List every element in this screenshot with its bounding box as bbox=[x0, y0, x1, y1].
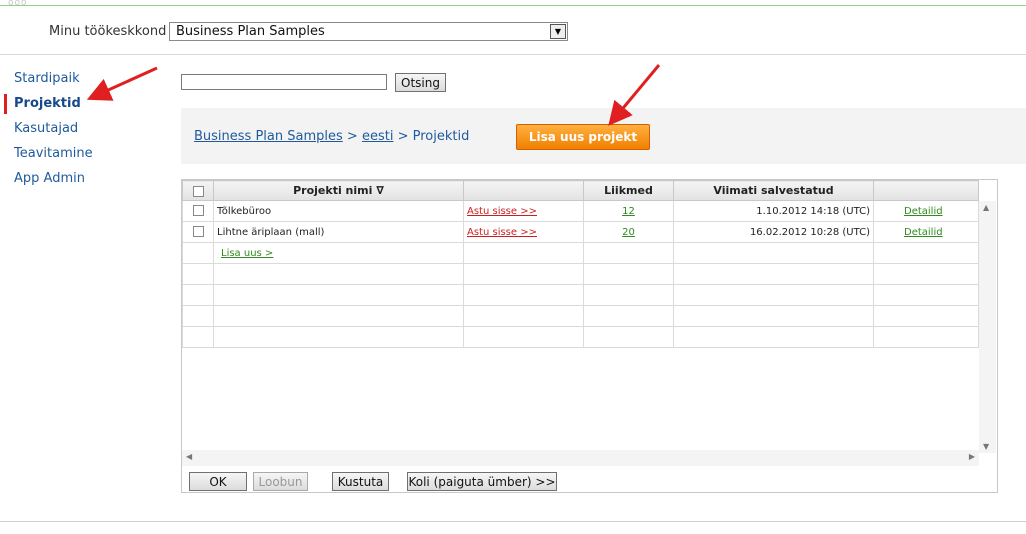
scroll-left-icon[interactable]: ◀ bbox=[186, 452, 192, 461]
project-name: Tõlkebüroo bbox=[213, 200, 464, 222]
table-row-empty bbox=[182, 326, 979, 348]
top-border bbox=[0, 5, 1026, 6]
projects-table: Projekti nimi ∇ Liikmed Viimati salvesta… bbox=[182, 180, 979, 348]
header-project-name[interactable]: Projekti nimi ∇ bbox=[213, 180, 464, 201]
header-select-all[interactable] bbox=[182, 180, 214, 201]
breadcrumb-separator: > bbox=[346, 129, 358, 144]
last-saved-date: 1.10.2012 14:18 (UTC) bbox=[756, 205, 870, 217]
horizontal-scrollbar[interactable]: ◀ ▶ bbox=[182, 450, 979, 466]
project-name: Lihtne äriplaan (mall) bbox=[213, 221, 464, 243]
details-link[interactable]: Detailid bbox=[904, 206, 943, 217]
move-button[interactable]: Koli (paiguta ümber) >> bbox=[407, 472, 557, 491]
enter-project-link[interactable]: Astu sisse >> bbox=[467, 206, 537, 217]
table-row-empty bbox=[182, 263, 979, 285]
cancel-button[interactable]: Loobun bbox=[253, 472, 308, 491]
breadcrumb-link-workspace[interactable]: Business Plan Samples bbox=[194, 129, 343, 144]
header-enter bbox=[463, 180, 584, 201]
workspace-select-value: Business Plan Samples bbox=[176, 24, 325, 39]
scroll-right-icon[interactable]: ▶ bbox=[969, 452, 975, 461]
breadcrumb-separator: > bbox=[397, 129, 409, 144]
workspace-select[interactable]: Business Plan Samples ▼ bbox=[169, 22, 568, 41]
header-divider bbox=[0, 54, 1026, 55]
table-row-empty bbox=[182, 284, 979, 306]
table-header-row: Projekti nimi ∇ Liikmed Viimati salvesta… bbox=[182, 180, 979, 201]
table-row: Tõlkebüroo Astu sisse >> 12 1.10.2012 14… bbox=[182, 200, 979, 222]
sidebar-item-teavitamine[interactable]: Teavitamine bbox=[0, 143, 160, 168]
search-input[interactable] bbox=[181, 74, 387, 90]
projects-grid: Projekti nimi ∇ Liikmed Viimati salvesta… bbox=[181, 179, 998, 493]
workspace-label: Minu töökeskkond bbox=[49, 24, 167, 39]
chevron-down-icon[interactable]: ▼ bbox=[550, 24, 566, 39]
table-row: Lisa uus > bbox=[182, 242, 979, 264]
delete-button[interactable]: Kustuta bbox=[332, 472, 389, 491]
window-dots: ooo bbox=[8, 0, 28, 8]
row-checkbox[interactable] bbox=[192, 205, 204, 217]
header-details bbox=[873, 180, 979, 201]
enter-project-link[interactable]: Astu sisse >> bbox=[467, 227, 537, 238]
breadcrumb-current: Projektid bbox=[412, 129, 470, 144]
members-count-link[interactable]: 12 bbox=[587, 206, 670, 217]
sidebar-item-stardipaik[interactable]: Stardipaik bbox=[0, 68, 160, 93]
sidebar: Stardipaik Projektid Kasutajad Teavitami… bbox=[0, 68, 160, 193]
sidebar-item-kasutajad[interactable]: Kasutajad bbox=[0, 118, 160, 143]
add-new-project-link[interactable]: Lisa uus > bbox=[221, 248, 273, 259]
search-button[interactable]: Otsing bbox=[395, 73, 446, 92]
ok-button[interactable]: OK bbox=[189, 472, 247, 491]
vertical-scrollbar[interactable]: ▲ ▼ bbox=[979, 201, 996, 453]
select-all-checkbox[interactable] bbox=[192, 185, 204, 197]
breadcrumb-link-language[interactable]: eesti bbox=[362, 129, 393, 144]
table-row-empty bbox=[182, 305, 979, 327]
last-saved-date: 16.02.2012 10:28 (UTC) bbox=[749, 226, 870, 238]
add-project-button[interactable]: Lisa uus projekt bbox=[516, 124, 650, 150]
footer-divider bbox=[0, 521, 1026, 522]
breadcrumb: Business Plan Samples > eesti > Projekti… bbox=[194, 129, 469, 144]
breadcrumb-bar: Business Plan Samples > eesti > Projekti… bbox=[181, 108, 1026, 164]
row-checkbox[interactable] bbox=[192, 226, 204, 238]
table-row: Lihtne äriplaan (mall) Astu sisse >> 20 … bbox=[182, 221, 979, 243]
scroll-down-icon[interactable]: ▼ bbox=[983, 442, 989, 451]
header-last-saved[interactable]: Viimati salvestatud bbox=[673, 180, 874, 201]
header-members[interactable]: Liikmed bbox=[583, 180, 674, 201]
members-count-link[interactable]: 20 bbox=[587, 227, 670, 238]
details-link[interactable]: Detailid bbox=[904, 227, 943, 238]
sidebar-item-projektid[interactable]: Projektid bbox=[0, 93, 160, 118]
scroll-up-icon[interactable]: ▲ bbox=[983, 203, 989, 212]
sidebar-item-app-admin[interactable]: App Admin bbox=[0, 168, 160, 193]
